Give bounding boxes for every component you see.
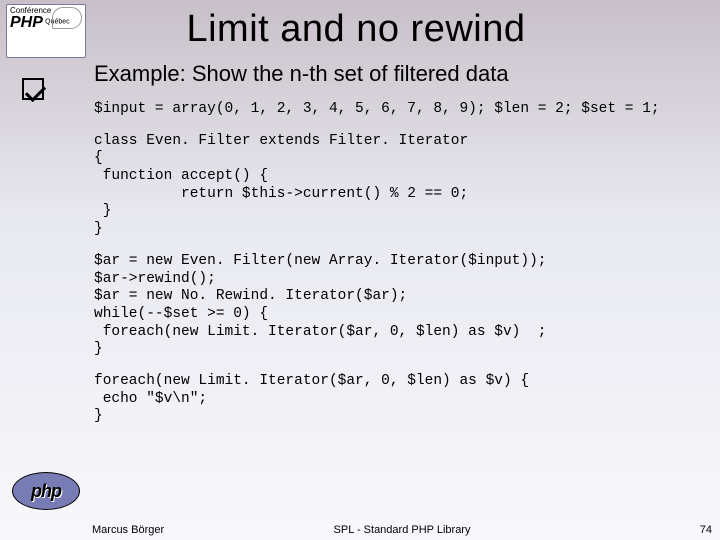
footer: Marcus Börger SPL - Standard PHP Library… [92,524,712,536]
code-block-1: $input = array(0, 1, 2, 3, 4, 5, 6, 7, 8… [94,101,712,119]
footer-center: SPL - Standard PHP Library [92,524,712,536]
checkbox-icon [22,78,44,100]
code-block-4: foreach(new Limit. Iterator($ar, 0, $len… [94,373,712,426]
php-logo: php [12,472,80,510]
slide-subtitle: Example: Show the n-th set of filtered d… [94,61,712,87]
code-block-3: $ar = new Even. Filter(new Array. Iterat… [94,253,712,359]
sidebar: Conférence PHP Québec php [0,0,92,540]
php-logo-text: php [31,481,61,502]
code-block-2: class Even. Filter extends Filter. Itera… [94,133,712,239]
slide-content: Limit and no rewind Example: Show the n-… [92,0,720,540]
slide-title: Limit and no rewind [0,0,712,61]
